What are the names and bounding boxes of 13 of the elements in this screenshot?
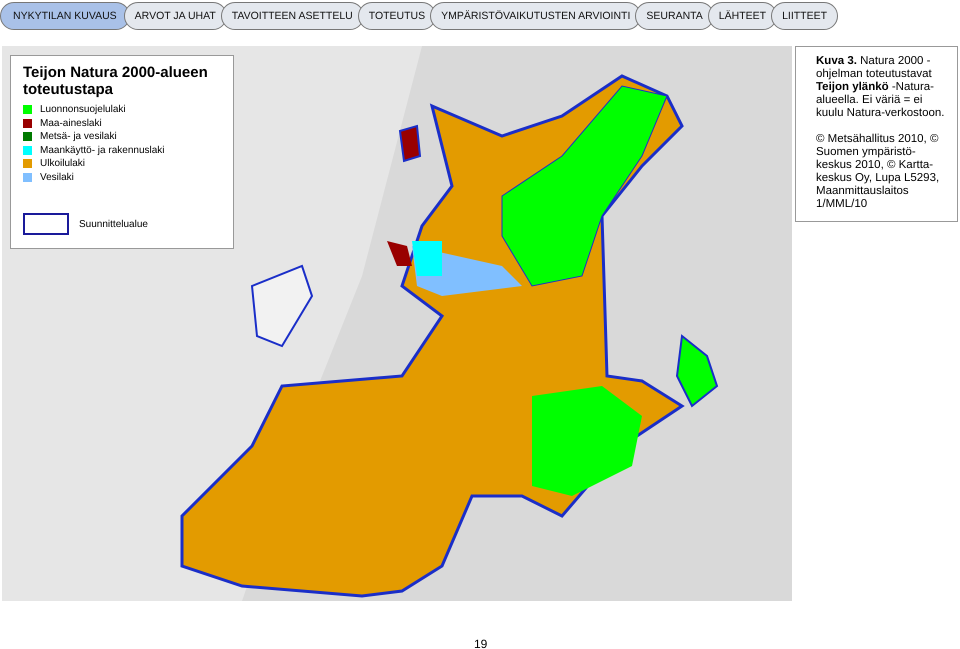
legend-label: Maankäyttö- ja rakennuslaki xyxy=(40,144,165,156)
boundary-swatch xyxy=(23,213,69,235)
legend-label: Metsä- ja vesilaki xyxy=(40,131,117,142)
legend-label: Luonnonsuojelulaki xyxy=(40,104,126,116)
legend-title: Teijon Natura 2000-alueen toteutustapa xyxy=(23,64,209,98)
figure-caption: Kuva 3. Natura 2000 -ohjelman toteutustavat Teijon ylänkö -Natura-alueella. Ei väriä = ei kuulu Natura-verkostoon. xyxy=(816,55,946,120)
page-number: 19 xyxy=(474,637,488,649)
legend-label: Vesilaki xyxy=(40,172,74,183)
nav-tab[interactable]: LIITTEET xyxy=(771,2,838,30)
legend-label: Ulkoilulaki xyxy=(40,158,86,170)
copyright-text: © Metsähallitus 2010, © Suomen ympäristö-keskus 2010, © Kartta-keskus Oy, Lupa L5293, Maanmittauslaitos 1/MML/10 xyxy=(816,133,940,211)
legend-label: Suunnittelualue xyxy=(79,218,148,230)
legend-label: Maa-aineslaki xyxy=(40,118,102,129)
